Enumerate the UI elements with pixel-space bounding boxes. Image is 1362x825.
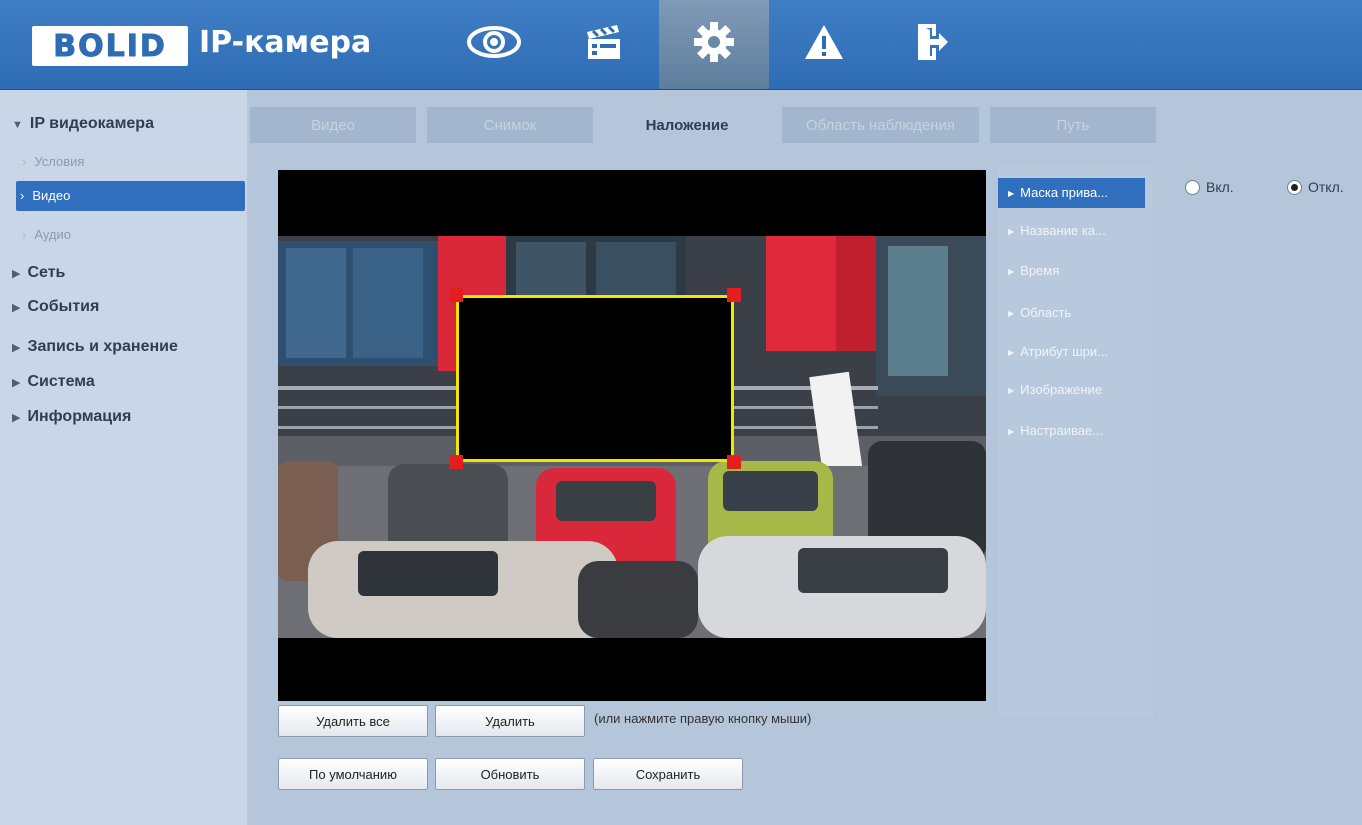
tab-snapshot[interactable]: Снимок [427, 107, 593, 143]
sidebar-item-label: Условия [34, 154, 85, 169]
bolid-logo: BOLID [32, 26, 188, 66]
top-header: BOLID IP-камера [0, 0, 1362, 90]
sidebar-group-record[interactable]: ▶ Запись и хранение [12, 338, 178, 356]
menu-item-label: Область [1020, 305, 1072, 320]
chevron-right-icon: › [22, 154, 27, 169]
collapsed-triangle-icon: ▶ [12, 268, 21, 280]
sidebar-group-info[interactable]: ▶ Информация [12, 408, 131, 426]
menu-item-label: Атрибут шри... [1020, 344, 1108, 359]
menu-item-label: Маска прива... [1020, 185, 1109, 200]
save-button[interactable]: Сохранить [593, 758, 743, 790]
sidebar-item-label: Видео [32, 188, 71, 203]
tab-video[interactable]: Видео [250, 107, 416, 143]
menu-item-channel-name[interactable]: ▶ Название ка... [998, 216, 1145, 246]
live-view-nav[interactable] [439, 0, 549, 89]
collapsed-triangle-icon: ▶ [12, 412, 21, 424]
expanded-triangle-icon: ▼ [12, 119, 23, 131]
radio-off[interactable]: Откл. [1287, 179, 1344, 195]
sidebar-group-label: Запись и хранение [27, 338, 178, 355]
menu-item-label: Изображение [1020, 382, 1103, 397]
video-preview[interactable] [278, 170, 986, 701]
menu-item-image[interactable]: ▶ Изображение [998, 375, 1145, 405]
sidebar-group-label: Система [27, 373, 95, 390]
mask-resize-handle[interactable] [727, 455, 741, 469]
chevron-right-icon: › [20, 188, 25, 203]
radio-circle-icon [1185, 179, 1200, 195]
warning-icon [803, 23, 845, 66]
radio-circle-selected-icon [1287, 179, 1302, 195]
menu-item-label: Настраивае... [1020, 423, 1104, 438]
settings-nav[interactable] [659, 0, 769, 89]
logout-nav[interactable] [877, 0, 987, 89]
bullet-triangle-icon: ▶ [1008, 308, 1015, 318]
eye-icon [466, 24, 522, 65]
default-button[interactable]: По умолчанию [278, 758, 428, 790]
radio-label: Вкл. [1206, 179, 1234, 195]
sidebar-group-ip-camera[interactable]: ▼ IP видеокамера [12, 115, 154, 133]
bullet-triangle-icon: ▶ [1008, 347, 1015, 357]
delete-button[interactable]: Удалить [435, 705, 585, 737]
alarm-nav[interactable] [769, 0, 879, 89]
radio-on[interactable]: Вкл. [1185, 179, 1234, 195]
sidebar-item-video[interactable]: › Видео [16, 181, 245, 211]
tab-overlay[interactable]: Наложение [604, 107, 770, 143]
menu-item-time[interactable]: ▶ Время [998, 256, 1145, 286]
collapsed-triangle-icon: ▶ [12, 342, 21, 354]
delete-hint: (или нажмите правую кнопку мыши) [594, 711, 812, 726]
privacy-mask-region[interactable] [456, 295, 734, 462]
mask-resize-handle[interactable] [449, 288, 463, 302]
refresh-button[interactable]: Обновить [435, 758, 585, 790]
sidebar-group-label: IP видеокамера [29, 115, 154, 132]
menu-item-privacy-mask[interactable]: ▶ Маска прива... [998, 178, 1145, 208]
chevron-right-icon: › [22, 227, 27, 242]
delete-all-button[interactable]: Удалить все [278, 705, 428, 737]
logo-text: BOLID [53, 28, 167, 64]
bullet-triangle-icon: ▶ [1008, 385, 1015, 395]
mask-resize-handle[interactable] [449, 455, 463, 469]
playback-nav[interactable] [549, 0, 659, 89]
sidebar-group-label: Сеть [27, 264, 66, 281]
clapperboard-icon [584, 22, 624, 67]
sidebar-group-events[interactable]: ▶ События [12, 298, 99, 316]
bullet-triangle-icon: ▶ [1008, 188, 1015, 198]
bullet-triangle-icon: ▶ [1008, 226, 1015, 236]
menu-item-label: Время [1020, 263, 1060, 278]
sidebar-item-conditions[interactable]: › Условия [18, 147, 247, 177]
sidebar-group-label: События [27, 298, 100, 315]
collapsed-triangle-icon: ▶ [12, 302, 21, 314]
radio-label: Откл. [1308, 179, 1344, 195]
app-title: IP-камера [199, 25, 372, 60]
menu-item-label: Название ка... [1020, 223, 1106, 238]
sidebar-group-label: Информация [27, 408, 132, 425]
tab-observation-area[interactable]: Область наблюдения [782, 107, 979, 143]
mask-resize-handle[interactable] [727, 288, 741, 302]
tab-path[interactable]: Путь [990, 107, 1156, 143]
menu-item-custom[interactable]: ▶ Настраивае... [998, 416, 1145, 446]
sidebar-item-audio[interactable]: › Аудио [18, 220, 247, 250]
sidebar-group-system[interactable]: ▶ Система [12, 373, 95, 391]
bullet-triangle-icon: ▶ [1008, 426, 1015, 436]
logout-icon [915, 22, 949, 67]
menu-item-area[interactable]: ▶ Область [998, 298, 1145, 328]
tab-bar: Видео Снимок Наложение Область наблюдени… [247, 107, 1362, 143]
menu-item-font-attribute[interactable]: ▶ Атрибут шри... [998, 337, 1145, 367]
collapsed-triangle-icon: ▶ [12, 377, 21, 389]
sidebar-item-label: Аудио [34, 227, 72, 242]
gear-icon [693, 21, 735, 68]
sidebar-group-network[interactable]: ▶ Сеть [12, 264, 65, 282]
bullet-triangle-icon: ▶ [1008, 266, 1015, 276]
